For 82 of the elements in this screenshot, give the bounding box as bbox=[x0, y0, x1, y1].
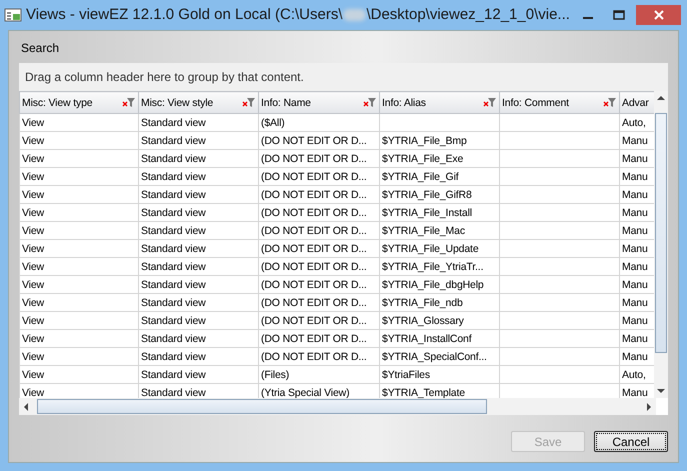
table-cell: $YTRIA_File_Mac bbox=[380, 222, 500, 240]
table-cell: View bbox=[20, 204, 138, 222]
table-cell: Standard view bbox=[138, 330, 258, 348]
table-cell: Standard view bbox=[138, 114, 258, 132]
table-cell: (DO NOT EDIT OR D... bbox=[258, 186, 380, 204]
table-cell: Standard view bbox=[138, 258, 258, 276]
table-cell: $YTRIA_File_Gif bbox=[380, 168, 500, 186]
scroll-thumb[interactable] bbox=[37, 399, 487, 414]
filter-clear-icon[interactable] bbox=[122, 97, 136, 108]
table-cell: $YTRIA_File_Exe bbox=[380, 150, 500, 168]
table-cell: Standard view bbox=[138, 240, 258, 258]
dialog-button[interactable]: Cancel bbox=[594, 431, 668, 452]
scroll-thumb[interactable] bbox=[655, 113, 667, 353]
column-header-label: Info: Alias bbox=[382, 96, 426, 110]
table-cell: (DO NOT EDIT OR D... bbox=[258, 168, 380, 186]
table-cell: $YTRIA_File_GifR8 bbox=[380, 186, 500, 204]
table-cell: View bbox=[20, 348, 138, 366]
table-cell: $YTRIA_File_Bmp bbox=[380, 132, 500, 150]
table-cell: (DO NOT EDIT OR D... bbox=[258, 276, 380, 294]
table-cell: Standard view bbox=[138, 222, 258, 240]
table-cell: Standard view bbox=[138, 294, 258, 312]
table-cell: View bbox=[20, 366, 138, 384]
column-header-label: Info: Comment bbox=[502, 96, 569, 110]
table-cell: Standard view bbox=[138, 186, 258, 204]
table-cell: $YTRIA_File_Install bbox=[380, 204, 500, 222]
vertical-scrollbar[interactable] bbox=[654, 91, 668, 398]
column-header-label: Misc: View style bbox=[141, 96, 214, 110]
filter-clear-icon[interactable] bbox=[242, 97, 256, 108]
table-cell: Standard view bbox=[138, 132, 258, 150]
table-cell: (DO NOT EDIT OR D... bbox=[258, 348, 380, 366]
table-cell: $YTRIA_InstallConf bbox=[380, 330, 500, 348]
table-cell: $YTRIA_SpecialConf... bbox=[380, 348, 500, 366]
table-cell: View bbox=[20, 114, 138, 132]
table-cell: $YTRIA_File_YtriaTr... bbox=[380, 258, 500, 276]
table-cell: View bbox=[20, 240, 138, 258]
table-cell: Standard view bbox=[138, 366, 258, 384]
table-cell: View bbox=[20, 222, 138, 240]
column-header-label: Misc: View type bbox=[22, 96, 92, 110]
table-cell: (DO NOT EDIT OR D... bbox=[258, 294, 380, 312]
table-cell: $YTRIA_File_dbgHelp bbox=[380, 276, 500, 294]
filter-clear-icon[interactable] bbox=[483, 97, 497, 108]
table-cell: View bbox=[20, 276, 138, 294]
table-cell: (DO NOT EDIT OR D... bbox=[258, 330, 380, 348]
table-cell: $YTRIA_File_Update bbox=[380, 240, 500, 258]
table-cell: View bbox=[20, 330, 138, 348]
horizontal-scrollbar[interactable] bbox=[19, 398, 656, 415]
column-header[interactable]: Advar bbox=[620, 92, 654, 114]
table-cell: ($All) bbox=[258, 114, 380, 132]
table-cell: $YtriaFiles bbox=[380, 366, 500, 384]
table-cell: View bbox=[20, 168, 138, 186]
menu-item[interactable]: Search bbox=[19, 39, 62, 57]
table-cell: (DO NOT EDIT OR D... bbox=[258, 150, 380, 168]
table-cell: Standard view bbox=[138, 276, 258, 294]
blurred-text bbox=[342, 9, 366, 21]
window-title: \Desktop\viewez_12_1_0\vie... bbox=[366, 4, 570, 25]
table-cell: Standard view bbox=[138, 168, 258, 186]
table-cell: Standard view bbox=[138, 204, 258, 222]
table-cell: $YTRIA_Glossary bbox=[380, 312, 500, 330]
column-header-label: Info: Name bbox=[261, 96, 311, 110]
window-title: Views - viewEZ 12.1.0 Gold on Local (C:\Users\ bbox=[26, 4, 343, 25]
table-cell: (DO NOT EDIT OR D... bbox=[258, 204, 380, 222]
table-cell: (DO NOT EDIT OR D... bbox=[258, 222, 380, 240]
table-cell: Standard view bbox=[138, 150, 258, 168]
table-cell: View bbox=[20, 294, 138, 312]
close-icon[interactable] bbox=[636, 5, 682, 25]
filter-clear-icon[interactable] bbox=[363, 97, 377, 108]
table-cell: View bbox=[20, 186, 138, 204]
table-cell: View bbox=[20, 150, 138, 168]
table-cell: (DO NOT EDIT OR D... bbox=[258, 312, 380, 330]
table-cell: (DO NOT EDIT OR D... bbox=[258, 240, 380, 258]
table-cell: View bbox=[20, 132, 138, 150]
table-cell: Standard view bbox=[138, 348, 258, 366]
table-cell: View bbox=[20, 258, 138, 276]
group-by-panel: Drag a column header here to group by that content. bbox=[19, 63, 668, 91]
table-cell: (DO NOT EDIT OR D... bbox=[258, 258, 380, 276]
table-cell: $YTRIA_File_ndb bbox=[380, 294, 500, 312]
app-logo-icon bbox=[4, 8, 22, 22]
table-cell: View bbox=[20, 312, 138, 330]
table-cell: (Files) bbox=[258, 366, 380, 384]
table-cell: (DO NOT EDIT OR D... bbox=[258, 132, 380, 150]
filter-clear-icon[interactable] bbox=[603, 97, 617, 108]
table-cell: Standard view bbox=[138, 312, 258, 330]
